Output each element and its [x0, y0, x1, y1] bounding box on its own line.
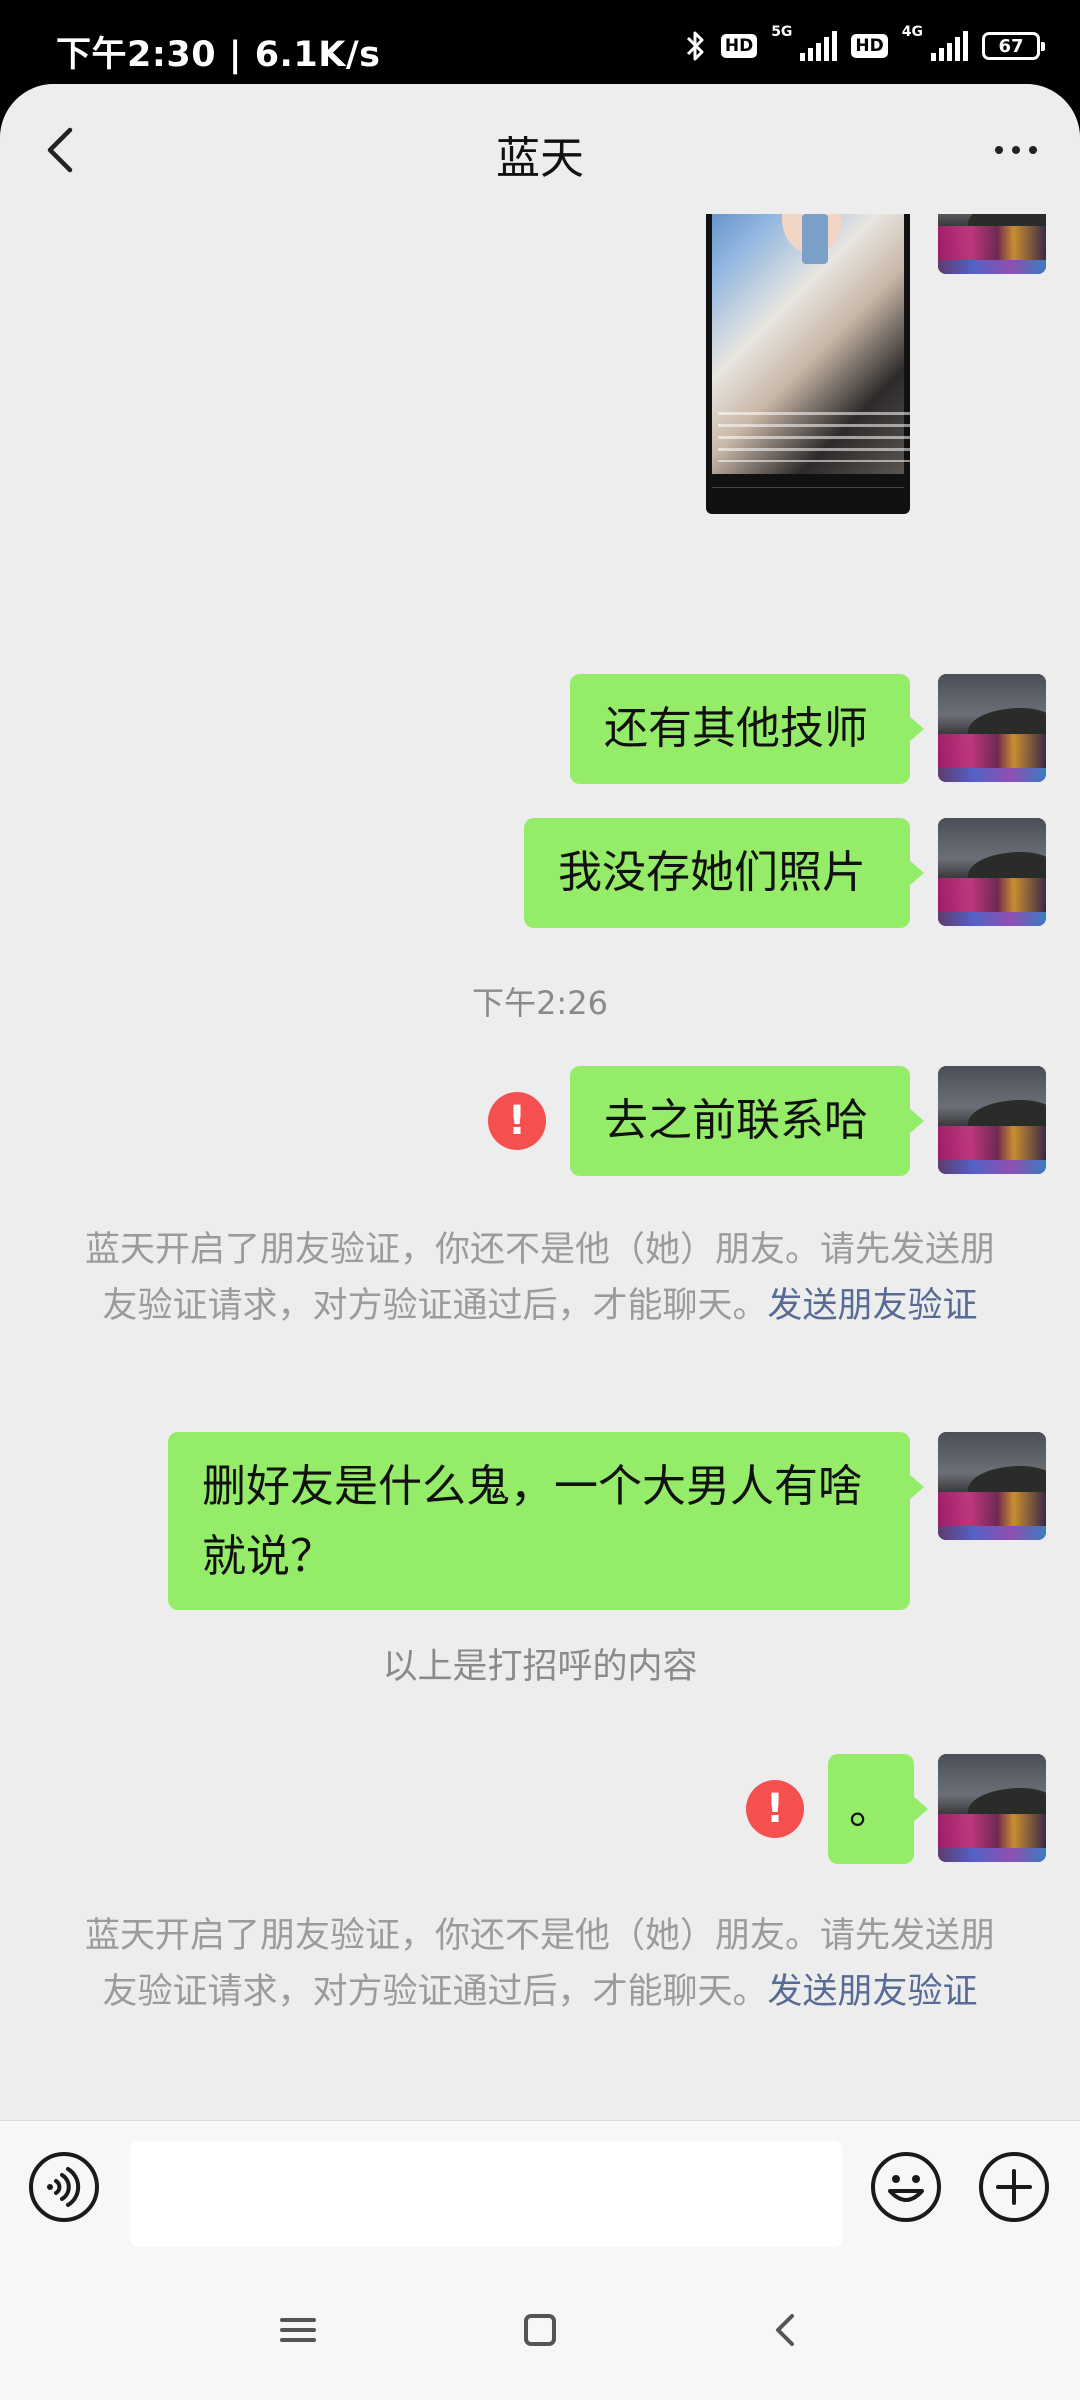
avatar[interactable]: [938, 1754, 1046, 1862]
avatar[interactable]: [938, 818, 1046, 926]
more-button[interactable]: [976, 118, 1056, 182]
send-verification-link[interactable]: 发送朋友验证: [768, 1286, 978, 1326]
status-time: 下午2:30 | 6.1K/s: [56, 35, 381, 75]
chat-title: 蓝天: [496, 133, 584, 184]
message-bubble[interactable]: 删好友是什么鬼，一个大男人有啥就说？: [168, 1432, 924, 1610]
message-input[interactable]: [130, 2141, 842, 2247]
message-text: 去之前联系哈: [604, 1095, 868, 1146]
status-icons: HD 5G HD 4G 67: [685, 24, 1045, 66]
image-message[interactable]: [706, 214, 910, 514]
avatar[interactable]: [938, 674, 1046, 782]
message-text: 。: [849, 1783, 893, 1834]
recent-apps-button[interactable]: [268, 2300, 328, 2360]
send-failed-icon[interactable]: !: [746, 1780, 804, 1838]
message-list[interactable]: 还有其他技师 我没存她们照片 下午2:26 ! 去之前联系哈 蓝天开启了朋友验证…: [0, 214, 1080, 2204]
send-failed-icon[interactable]: !: [488, 1092, 546, 1150]
message-text: 我没存她们照片: [558, 847, 866, 898]
message-bubble[interactable]: 去之前联系哈: [570, 1066, 924, 1176]
greeting-notice: 以上是打招呼的内容: [382, 1647, 698, 1687]
system-navigation-bar: [0, 2260, 1080, 2400]
signal-icon-1: [800, 31, 838, 61]
chat-window: 蓝天 还有其他技师 我没存她们照片 下午2:26 ! 去之前联系哈 蓝天开启了朋…: [0, 84, 1080, 2400]
system-back-button[interactable]: [756, 2300, 816, 2360]
bluetooth-icon: [686, 31, 704, 61]
menu-icon: [280, 2318, 316, 2342]
battery-icon: 67: [982, 32, 1045, 60]
image-message-photo: [712, 214, 910, 474]
input-bar: [0, 2120, 1080, 2261]
message-bubble[interactable]: 。: [828, 1754, 928, 1864]
system-message: 蓝天开启了朋友验证，你还不是他（她）朋友。请先发送朋友验证请求，对方验证通过后，…: [84, 1222, 996, 1334]
avatar[interactable]: [938, 1066, 1046, 1174]
emoji-icon: [871, 2152, 941, 2222]
more-horizontal-icon: [995, 146, 1003, 154]
signal-icon-2: [931, 31, 968, 61]
network-label-2: 4G: [901, 24, 923, 40]
message-text: 还有其他技师: [604, 703, 868, 754]
home-button[interactable]: [510, 2300, 570, 2360]
emoji-button[interactable]: [870, 2151, 942, 2223]
message-bubble[interactable]: 我没存她们照片: [524, 818, 924, 928]
chat-header: 蓝天: [0, 84, 1080, 214]
voice-icon: [29, 2152, 99, 2222]
avatar[interactable]: [938, 214, 1046, 274]
avatar[interactable]: [938, 1432, 1046, 1540]
send-verification-link[interactable]: 发送朋友验证: [768, 1972, 978, 2012]
plus-icon: [979, 2152, 1049, 2222]
message-bubble[interactable]: 还有其他技师: [570, 674, 924, 784]
message-timestamp: 下午2:26: [472, 984, 608, 1022]
more-functions-button[interactable]: [978, 2151, 1050, 2223]
back-icon: [776, 2314, 794, 2346]
hd-badge-2: HD: [851, 34, 888, 58]
message-text: 删好友是什么鬼，一个大男人有啥就说？: [202, 1461, 862, 1582]
system-message: 蓝天开启了朋友验证，你还不是他（她）朋友。请先发送朋友验证请求，对方验证通过后，…: [84, 1908, 996, 2020]
network-label-1: 5G: [771, 24, 793, 40]
home-icon: [524, 2314, 556, 2346]
hd-badge: HD: [720, 34, 758, 58]
status-bar: 下午2:30 | 6.1K/s HD 5G HD 4G 67: [0, 0, 1080, 90]
voice-button[interactable]: [28, 2151, 100, 2223]
